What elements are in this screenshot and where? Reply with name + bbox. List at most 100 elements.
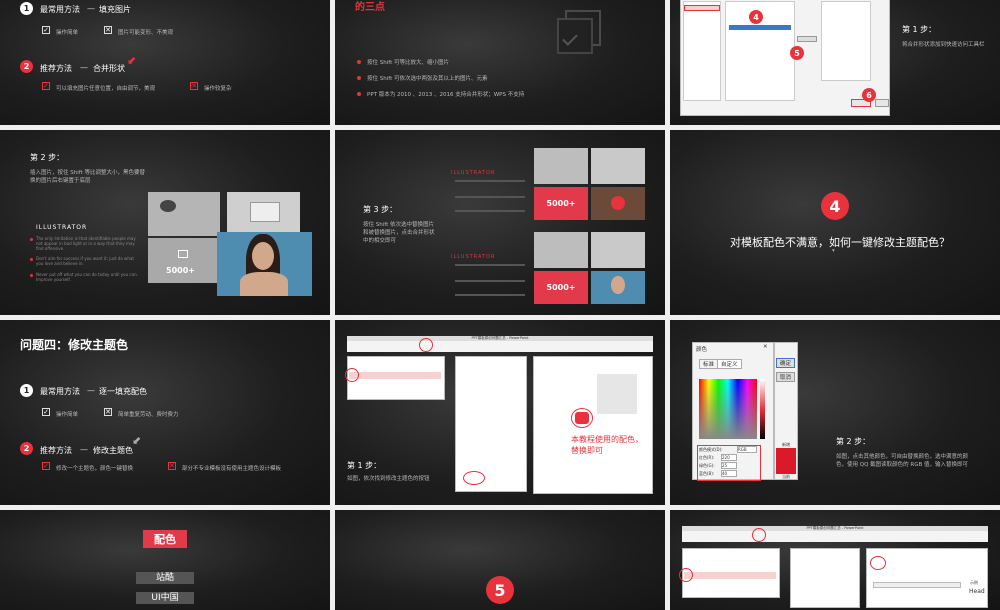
slide-thumbnail-5[interactable]: 第 3 步： 按住 Shift 依次选中替换图片和被替换图片，点击合并形状中的相… <box>335 130 665 315</box>
new-color-preview <box>776 448 796 474</box>
method-title: 推荐方法 <box>40 446 72 455</box>
slide-thumbnail-11[interactable]: 5 <box>335 510 665 610</box>
slide-thumbnail-3[interactable]: 4 5 6 第 1 步： 将合并形状添加到快速访问工具栏 <box>670 0 1000 125</box>
step-label: 第 3 步： <box>363 205 398 214</box>
camera-shape <box>160 200 176 212</box>
design-tab-marker[interactable] <box>419 338 433 352</box>
portrait-face <box>611 276 625 294</box>
selected-command[interactable] <box>729 25 791 30</box>
cross-icon: ✕ <box>190 82 198 90</box>
check-icon: ✓ <box>42 408 50 416</box>
green-label: 绿色(G): <box>699 463 715 468</box>
step-label: 第 2 步： <box>30 153 65 162</box>
text-line <box>455 280 525 282</box>
bullet-text: 按住 Shift 可等比放大、缩小图片 <box>367 60 449 66</box>
cancel-button[interactable]: 取消 <box>776 372 796 382</box>
tab-standard[interactable]: 标准 <box>699 359 719 369</box>
slide-thumbnail-1[interactable]: 1 最常用方法 — 填充图片 ✓ 操作简单 ✕ 图片可能变形、不美观 2 推荐方… <box>0 0 330 125</box>
cross-icon: ✕ <box>168 462 176 470</box>
section-question: 对模板配色不满意，如何一键修改主题配色？ <box>730 236 950 249</box>
con-text: 部分不专业模板没有使用主题色设计模板 <box>182 466 282 472</box>
text-line <box>455 294 525 296</box>
bullet-text: PPT 版本为 2010 、2013 、2016 支持合并形状；WPS 不支持 <box>367 92 525 98</box>
desk-photo <box>148 192 220 236</box>
ok-button[interactable]: 确定 <box>776 358 796 368</box>
red-label: 红色(R): <box>699 455 715 460</box>
slide-thumbnail-10[interactable]: 配色 站酷 UI中国 <box>0 510 330 610</box>
check-icon: ✓ <box>42 462 50 470</box>
section-number-badge: 4 <box>821 192 849 220</box>
slide-thumbnail-4[interactable]: 第 2 步： 插入图片，按住 Shift 等比调整大小，黑色要替换的图片后右键置… <box>0 130 330 315</box>
step-number-badge: 2 <box>20 442 33 455</box>
close-icon[interactable]: ✕ <box>763 344 768 350</box>
dash: — <box>87 4 95 13</box>
check-icon: ✓ <box>42 26 50 34</box>
pro-text: 修改一个主题色，颜色一键替换 <box>56 466 134 472</box>
mode-label: 颜色模式(D): <box>699 447 723 452</box>
pro-text: 操作简单 <box>56 30 79 36</box>
options-dialog <box>680 0 890 116</box>
variant-marker[interactable] <box>679 568 693 582</box>
blue-label: 蓝色(B): <box>699 471 715 476</box>
marker-badge: 5 <box>790 46 804 60</box>
step-number-badge: 1 <box>20 2 33 15</box>
bullet-dot <box>357 60 361 64</box>
portrait-face <box>252 242 274 270</box>
site-option[interactable]: 站酷 <box>136 572 194 584</box>
slide-thumbnail-2[interactable]: 的三点 按住 Shift 可等比放大、缩小图片 按住 Shift 可依次选中两张… <box>335 0 665 125</box>
check-icon: ✓ <box>42 82 50 90</box>
slide-title: 的三点 <box>355 2 385 13</box>
category-list <box>683 1 721 101</box>
bullet-dot <box>30 258 33 261</box>
pro-text: 操作简单 <box>56 412 79 418</box>
text-line <box>455 196 525 198</box>
quick-access-item[interactable] <box>684 5 720 11</box>
color-spectrum[interactable] <box>699 379 757 439</box>
bullet-text: Never put off what you can do today unti… <box>36 272 138 282</box>
variant-marker[interactable] <box>345 368 359 382</box>
step-label: 第 1 步： <box>902 25 937 34</box>
illustrator-heading: ILLUSTRATOR <box>451 170 496 176</box>
dash: — <box>87 386 95 395</box>
sample-label: 示例 <box>970 580 978 585</box>
tab-custom[interactable]: 自定义 <box>717 359 742 369</box>
font-field-marker[interactable] <box>870 556 886 570</box>
font-select[interactable] <box>873 582 961 588</box>
variant-item[interactable] <box>684 572 776 579</box>
green-input[interactable]: 25 <box>721 462 737 469</box>
note-text: 本教程使用的配色，替换即可 <box>571 435 643 455</box>
method-title: 最常用方法 <box>40 387 80 396</box>
slide-thumbnail-7[interactable]: 问题四：修改主题色 1 最常用方法 — 逐一填充配色 ✓ 操作简单 ✕ 简单重复… <box>0 320 330 505</box>
cancel-button[interactable] <box>875 99 889 107</box>
illustrator-heading: ILLUSTRATOR <box>36 224 88 231</box>
window-titlebar: PPT模板原创问题汇总 - PowerPoint <box>682 526 988 531</box>
slide-thumbnail-9[interactable]: 颜色 ✕ 标准 自定义 颜色模式(D): RGB 红色(R): 220 绿色(G… <box>670 320 1000 505</box>
laptop-photo <box>591 148 645 184</box>
variant-item[interactable] <box>349 372 441 379</box>
cursor-icon: ⬋ <box>132 434 142 447</box>
step-number-badge: 2 <box>20 60 33 73</box>
badge-tile <box>148 238 220 283</box>
window-titlebar: PPT模板原创问题汇总 - PowerPoint <box>347 336 653 341</box>
method-name: 修改主题色 <box>93 446 133 455</box>
slide-thumbnail-12[interactable]: PPT模板原创问题汇总 - PowerPoint 示例 Head <box>670 510 1000 610</box>
design-tab-marker[interactable] <box>752 528 766 542</box>
mode-select[interactable]: RGB <box>737 446 757 453</box>
cursor-icon: ⬋ <box>127 54 137 67</box>
text-line <box>455 264 525 266</box>
add-button[interactable] <box>797 36 817 42</box>
slide-thumbnail-6[interactable]: 4 对模板配色不满意，如何一键修改主题配色？ ▾ <box>670 130 1000 315</box>
bullet-dot <box>30 274 33 277</box>
badge-tile: 5000+ <box>534 187 588 220</box>
custom-color-marker[interactable] <box>463 471 485 485</box>
site-option[interactable]: UI中国 <box>136 592 194 604</box>
step-label: 第 1 步： <box>347 461 382 470</box>
step-desc: 如图，依次找到修改主题色的按钮 <box>347 476 430 482</box>
step-number-badge: 1 <box>20 384 33 397</box>
portrait-body <box>240 272 288 296</box>
slide-thumbnail-8[interactable]: PPT模板原创问题汇总 - PowerPoint 本教程使用的配色，替换即可 第… <box>335 320 665 505</box>
luminance-slider[interactable] <box>760 379 765 439</box>
red-input[interactable]: 220 <box>721 454 737 461</box>
font-preview: Head <box>969 588 985 595</box>
blue-input[interactable]: 40 <box>721 470 737 477</box>
